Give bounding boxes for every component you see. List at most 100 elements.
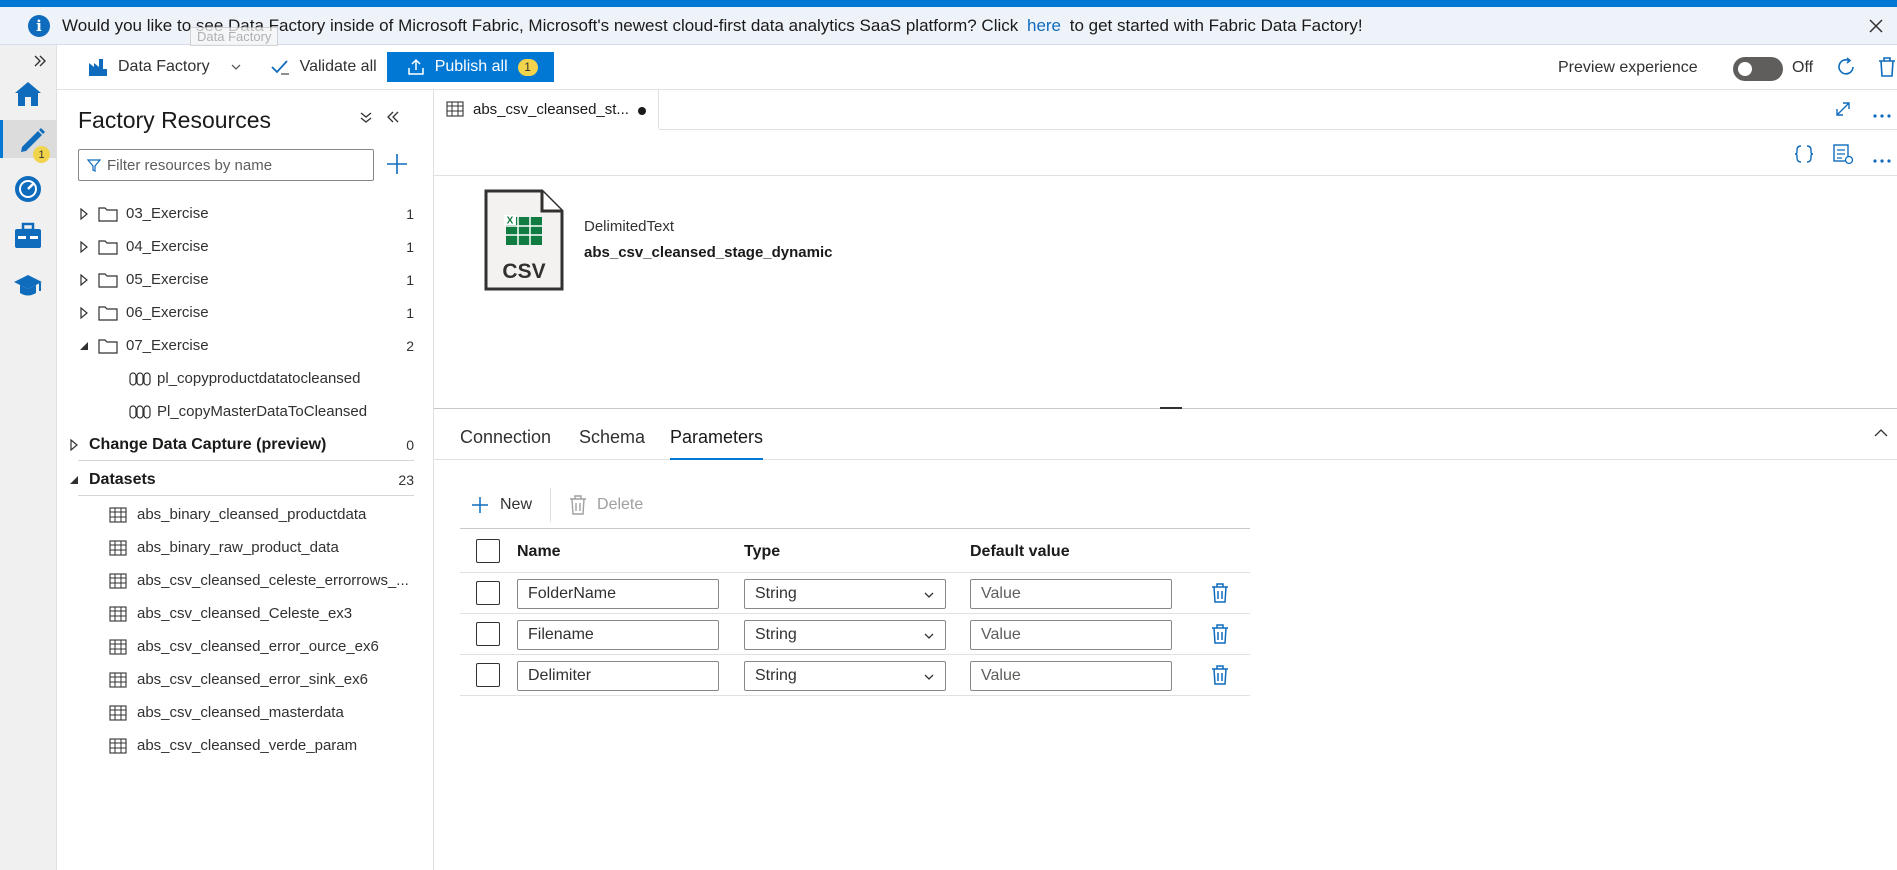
new-parameter-button[interactable]: New	[470, 495, 532, 515]
tree-folder-04-exercise[interactable]: 04_Exercise 1	[57, 230, 434, 263]
refresh-button[interactable]	[1835, 56, 1857, 83]
publish-upload-icon	[407, 58, 424, 75]
delete-row-button[interactable]	[1211, 624, 1231, 646]
parameter-type-select[interactable]: String	[744, 579, 946, 609]
pipeline-label: pl_copyproductdatatocleansed	[157, 370, 361, 387]
tree-dataset-item[interactable]: abs_csv_cleansed_error_sink_ex6	[57, 663, 434, 696]
add-resource-button[interactable]	[384, 151, 410, 177]
tree-dataset-item[interactable]: abs_csv_cleansed_verde_param	[57, 729, 434, 762]
delete-row-button[interactable]	[1211, 583, 1231, 605]
parameter-type-select[interactable]: String	[744, 620, 946, 650]
parameter-type-select[interactable]: String	[744, 661, 946, 691]
factory-resources-title: Factory Resources	[78, 107, 272, 133]
filter-resources-input[interactable]	[107, 156, 357, 174]
hide-panel-button[interactable]	[386, 110, 400, 129]
delete-parameter-button[interactable]: Delete	[569, 495, 643, 515]
monitor-nav-button[interactable]	[9, 170, 47, 208]
expand-rail-button[interactable]	[32, 53, 50, 71]
csv-file-icon[interactable]: X CSV	[484, 189, 564, 291]
learning-nav-button[interactable]	[9, 267, 47, 305]
properties-panel: Connection Schema Parameters New Delete …	[434, 410, 1897, 870]
preview-experience-toggle[interactable]	[1733, 57, 1783, 81]
tree-section-datasets[interactable]: Datasets 23	[57, 463, 434, 496]
close-icon	[1869, 19, 1883, 33]
caret-right-icon	[78, 240, 90, 253]
folder-icon	[98, 206, 118, 222]
factory-selector[interactable]: Data Factory	[88, 57, 242, 77]
collapse-panel-button[interactable]	[1873, 426, 1889, 444]
dataset-label: abs_binary_raw_product_data	[137, 539, 339, 556]
parameter-default-input[interactable]: Value	[970, 620, 1172, 650]
datasets-count: 23	[398, 471, 414, 488]
row-checkbox[interactable]	[476, 581, 500, 605]
parameters-table: Name Type Default value FolderName Strin…	[460, 528, 1250, 696]
tree-section-cdc[interactable]: Change Data Capture (preview) 0	[57, 428, 434, 461]
tree-dataset-item[interactable]: abs_binary_cleansed_productdata	[57, 498, 434, 531]
chevron-down-icon	[231, 64, 241, 70]
publish-all-button[interactable]: Publish all 1	[386, 52, 554, 82]
tree-folder-03-exercise[interactable]: 03_Exercise 1	[57, 197, 434, 230]
sub-more-button[interactable]	[1872, 151, 1892, 169]
double-chevron-left-icon	[387, 111, 399, 123]
tab-parameters[interactable]: Parameters	[670, 427, 764, 460]
folder-label: 07_Exercise	[126, 337, 209, 354]
tree-dataset-item[interactable]: abs_csv_cleansed_Celeste_ex3	[57, 597, 434, 630]
svg-text:X: X	[507, 216, 514, 227]
maximize-button[interactable]	[1834, 100, 1852, 123]
type-value: String	[755, 626, 797, 643]
row-checkbox[interactable]	[476, 663, 500, 687]
select-all-checkbox[interactable]	[476, 539, 500, 563]
tooltip-ghost: Data Factory	[190, 27, 279, 46]
discard-all-button[interactable]	[1877, 56, 1897, 83]
parameter-name-input[interactable]: FolderName	[517, 579, 719, 609]
table-row: FolderName String Value	[460, 573, 1250, 614]
trash-icon	[1212, 665, 1228, 685]
tree-folder-06-exercise[interactable]: 06_Exercise 1	[57, 296, 434, 329]
column-header-default: Default value	[970, 543, 1070, 560]
code-view-button[interactable]	[1793, 143, 1815, 170]
caret-right-icon	[78, 207, 90, 220]
tree-folder-05-exercise[interactable]: 05_Exercise 1	[57, 263, 434, 296]
manage-nav-button[interactable]	[9, 217, 47, 255]
table-icon	[109, 737, 127, 754]
graduation-cap-icon	[14, 275, 42, 296]
pane-splitter-handle[interactable]	[1160, 407, 1182, 409]
tree-pipeline-item[interactable]: pl_copyproductdatatocleansed	[57, 362, 434, 395]
tab-connection[interactable]: Connection	[460, 427, 551, 458]
tree-dataset-item[interactable]: abs_csv_cleansed_error_ource_ex6	[57, 630, 434, 663]
tree-dataset-item[interactable]: abs_csv_cleansed_masterdata	[57, 696, 434, 729]
validate-all-button[interactable]: Validate all	[270, 57, 377, 77]
dataset-label: abs_csv_cleansed_celeste_errorrows_...	[137, 572, 409, 589]
row-checkbox[interactable]	[476, 622, 500, 646]
factory-icon	[89, 59, 107, 76]
parameter-default-input[interactable]: Value	[970, 661, 1172, 691]
publish-all-label: Publish all	[434, 58, 508, 75]
parameter-default-input[interactable]: Value	[970, 579, 1172, 609]
pipeline-icon	[129, 404, 151, 419]
tree-pipeline-item[interactable]: Pl_copyMasterDataToCleansed	[57, 395, 434, 428]
publish-count-badge: 1	[517, 58, 538, 76]
parameter-name-input[interactable]: Filename	[517, 620, 719, 650]
tab-schema[interactable]: Schema	[579, 427, 645, 458]
tab-title: abs_csv_cleansed_st...	[473, 100, 629, 118]
tab-more-button[interactable]	[1872, 106, 1892, 124]
delete-row-button[interactable]	[1211, 665, 1231, 687]
properties-button[interactable]	[1832, 143, 1854, 170]
dataset-document-tab[interactable]: abs_csv_cleansed_st...	[434, 90, 659, 130]
home-nav-button[interactable]	[9, 75, 47, 113]
folder-label: 05_Exercise	[126, 271, 209, 288]
refresh-icon	[1838, 57, 1854, 75]
tree-dataset-item[interactable]: abs_csv_cleansed_celeste_errorrows_...	[57, 564, 434, 597]
dataset-label: abs_csv_cleansed_error_ource_ex6	[137, 638, 379, 655]
parameter-name-input[interactable]: Delimiter	[517, 661, 719, 691]
author-nav-button[interactable]: 1	[0, 120, 57, 163]
collapse-all-button[interactable]	[359, 110, 373, 129]
tree-folder-07-exercise[interactable]: 07_Exercise 2	[57, 329, 434, 362]
more-ellipsis-icon	[1873, 159, 1891, 163]
banner-close-button[interactable]	[1863, 13, 1889, 39]
pipeline-icon	[129, 371, 151, 386]
dataset-name-label: abs_csv_cleansed_stage_dynamic	[584, 244, 833, 261]
plus-icon	[387, 154, 407, 174]
banner-here-link[interactable]: here	[1027, 16, 1061, 35]
tree-dataset-item[interactable]: abs_binary_raw_product_data	[57, 531, 434, 564]
